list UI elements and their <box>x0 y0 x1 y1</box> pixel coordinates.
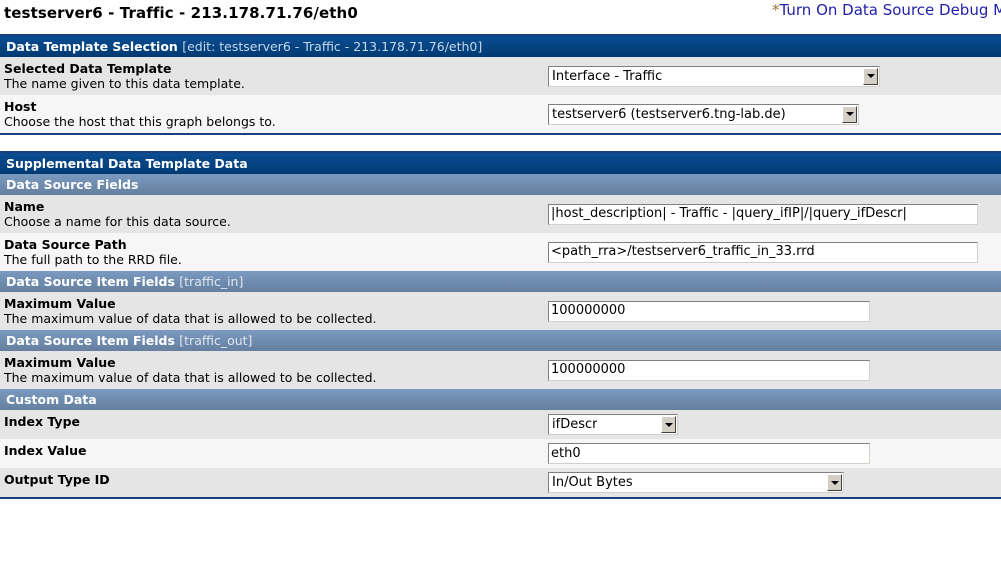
group-title: Data Source Item Fields <box>6 274 175 289</box>
supplemental-data-template-data-section: Supplemental Data Template Data Data Sou… <box>0 151 1001 499</box>
row-index-type: Index Type ifDescr <box>0 410 1001 439</box>
page-header: testserver6 - Traffic - 213.178.71.76/et… <box>0 0 1001 34</box>
label-cell: Host Choose the host that this graph bel… <box>0 95 548 133</box>
data-source-path-input[interactable]: <path_rra>/testserver6_traffic_in_33.rrd <box>548 241 978 263</box>
field-label: Maximum Value <box>4 296 116 311</box>
chevron-down-icon[interactable] <box>827 474 842 491</box>
label-cell: Maximum Value The maximum value of data … <box>0 351 548 389</box>
asterisk-marker: * <box>772 1 780 19</box>
section-title: Data Template Selection <box>6 39 178 54</box>
field-description: Choose a name for this data source. <box>4 214 231 229</box>
selected-data-template-select[interactable]: Interface - Traffic <box>548 65 880 87</box>
row-data-source-path: Data Source Path The full path to the RR… <box>0 233 1001 271</box>
chevron-down-icon[interactable] <box>863 67 878 85</box>
row-name: Name Choose a name for this data source.… <box>0 195 1001 233</box>
row-selected-data-template: Selected Data Template The name given to… <box>0 57 1001 95</box>
field-cell: testserver6 (testserver6.tng-lab.de) <box>548 95 1001 133</box>
chevron-down-icon[interactable] <box>661 416 676 433</box>
label-cell: Data Source Path The full path to the RR… <box>0 233 548 271</box>
field-description: The full path to the RRD file. <box>4 252 182 267</box>
group-title: Data Source Item Fields <box>6 333 175 348</box>
label-cell: Maximum Value The maximum value of data … <box>0 292 548 330</box>
select-value: Interface - Traffic <box>552 68 663 84</box>
field-cell: 100000000 <box>548 351 1001 389</box>
section-subtitle-edit-link[interactable]: [edit: testserver6 - Traffic - 213.178.7… <box>182 39 482 54</box>
data-source-name-input[interactable]: |host_description| - Traffic - |query_if… <box>548 203 978 225</box>
field-description: The name given to this data template. <box>4 76 245 91</box>
field-label: Index Value <box>4 443 87 458</box>
supplemental-data-header: Supplemental Data Template Data <box>0 153 1001 174</box>
group-subtitle: [traffic_in] <box>179 274 244 289</box>
index-type-select[interactable]: ifDescr <box>548 414 678 435</box>
chevron-down-icon[interactable] <box>842 105 857 123</box>
select-value: In/Out Bytes <box>552 475 633 490</box>
group-header-data-source-item-fields-traffic-out: Data Source Item Fields [traffic_out] <box>0 330 1001 351</box>
data-template-selection-section: Data Template Selection [edit: testserve… <box>0 34 1001 135</box>
label-cell: Name Choose a name for this data source. <box>0 195 548 233</box>
field-label: Name <box>4 199 45 214</box>
group-header-data-source-item-fields-traffic-in: Data Source Item Fields [traffic_in] <box>0 271 1001 292</box>
row-index-value: Index Value eth0 <box>0 439 1001 468</box>
field-cell: |host_description| - Traffic - |query_if… <box>548 195 1001 233</box>
field-cell: 100000000 <box>548 292 1001 330</box>
label-cell: Output Type ID <box>0 468 548 497</box>
group-header-data-source-fields: Data Source Fields <box>0 174 1001 195</box>
output-type-id-select[interactable]: In/Out Bytes <box>548 472 844 493</box>
index-value-input[interactable]: eth0 <box>548 443 870 464</box>
maximum-value-input-traffic-out[interactable]: 100000000 <box>548 359 870 381</box>
field-label: Index Type <box>4 414 81 429</box>
turn-on-data-source-debug-mode-link[interactable]: Turn On Data Source Debug Mode <box>780 1 1001 19</box>
row-output-type-id: Output Type ID In/Out Bytes <box>0 468 1001 497</box>
group-header-custom-data: Custom Data <box>0 389 1001 410</box>
field-label: Maximum Value <box>4 355 116 370</box>
section-spacer <box>0 135 1001 151</box>
row-maximum-value-traffic-in: Maximum Value The maximum value of data … <box>0 292 1001 330</box>
field-cell: Interface - Traffic <box>548 57 1001 95</box>
field-label: Output Type ID <box>4 472 110 487</box>
field-label: Host <box>4 99 37 114</box>
select-value: testserver6 (testserver6.tng-lab.de) <box>552 106 786 122</box>
data-template-selection-header: Data Template Selection [edit: testserve… <box>0 36 1001 57</box>
host-select[interactable]: testserver6 (testserver6.tng-lab.de) <box>548 103 859 125</box>
field-description: Choose the host that this graph belongs … <box>4 114 276 129</box>
label-cell: Index Value <box>0 439 548 468</box>
group-title: Custom Data <box>6 392 97 407</box>
page-bottom-spacer <box>0 499 1001 509</box>
page-action-area: *Turn On Data Source Debug Mode <box>772 1 1001 19</box>
field-cell: <path_rra>/testserver6_traffic_in_33.rrd <box>548 233 1001 271</box>
group-subtitle: [traffic_out] <box>179 333 253 348</box>
select-value: ifDescr <box>552 417 598 432</box>
row-maximum-value-traffic-out: Maximum Value The maximum value of data … <box>0 351 1001 389</box>
group-title: Data Source Fields <box>6 177 139 192</box>
field-cell: In/Out Bytes <box>548 468 1001 497</box>
field-cell: eth0 <box>548 439 1001 468</box>
label-cell: Selected Data Template The name given to… <box>0 57 548 95</box>
row-host: Host Choose the host that this graph bel… <box>0 95 1001 133</box>
maximum-value-input-traffic-in[interactable]: 100000000 <box>548 300 870 322</box>
label-cell: Index Type <box>0 410 548 439</box>
field-label: Data Source Path <box>4 237 127 252</box>
field-label: Selected Data Template <box>4 61 172 76</box>
field-cell: ifDescr <box>548 410 1001 439</box>
field-description: The maximum value of data that is allowe… <box>4 311 377 326</box>
field-description: The maximum value of data that is allowe… <box>4 370 377 385</box>
section-title: Supplemental Data Template Data <box>6 156 248 171</box>
